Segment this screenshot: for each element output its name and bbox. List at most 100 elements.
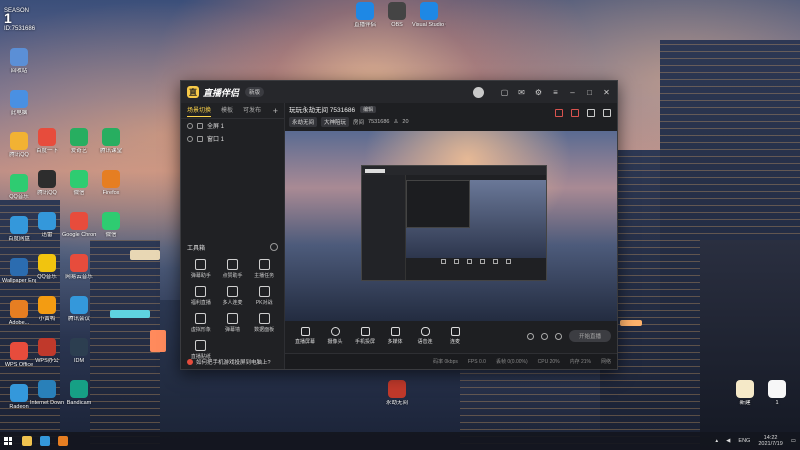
- desktop-icon[interactable]: Bandicam: [62, 380, 96, 407]
- scene-item[interactable]: 全屏 1: [181, 119, 284, 132]
- help-notice[interactable]: 如何把手机游戏投屏到电脑上?: [187, 358, 271, 366]
- app-icon: [420, 2, 438, 20]
- category-tag[interactable]: 永劫无间: [289, 116, 318, 127]
- app-icon: [102, 212, 120, 230]
- add-scene-icon[interactable]: +: [273, 106, 278, 116]
- maximize-icon[interactable]: □: [585, 88, 594, 97]
- toolbox-grid: 弹幕助手 点赞助手 主播任务福利直播 多人连麦 PK对战虚拟形象 弹幕墙 数据面板直播贴纸: [185, 259, 280, 360]
- desktop-icon[interactable]: OBS: [380, 2, 414, 29]
- screen-capture-button[interactable]: 直播屏幕: [291, 327, 319, 345]
- desktop-icon[interactable]: 迅雷: [30, 212, 64, 239]
- start-live-button[interactable]: 开始直播: [569, 330, 611, 342]
- tab-publish[interactable]: 可发布: [243, 105, 261, 116]
- desktop-icon[interactable]: 微信: [94, 212, 128, 239]
- more-icon[interactable]: [270, 243, 278, 251]
- desktop-icon[interactable]: 腾讯QQ: [30, 170, 64, 197]
- record-icon[interactable]: [555, 109, 563, 117]
- desktop-icon[interactable]: QQ音乐: [30, 254, 64, 281]
- layout-icon[interactable]: [587, 109, 595, 117]
- desktop-icon[interactable]: Internet Download: [30, 380, 64, 407]
- tool-item[interactable]: 数据面板: [248, 313, 280, 333]
- desktop-icon[interactable]: 此电脑: [2, 90, 36, 117]
- desktop-icon[interactable]: IDM: [62, 338, 96, 365]
- close-icon[interactable]: ✕: [602, 88, 611, 97]
- tool-item[interactable]: 虚拟形象: [185, 313, 217, 333]
- nested-preview-window: [361, 165, 547, 281]
- taskbar-app-live[interactable]: [58, 436, 68, 446]
- speaker-button[interactable]: 连麦: [441, 327, 469, 345]
- record-mini-icon[interactable]: [527, 332, 534, 340]
- menu-icon[interactable]: ≡: [551, 88, 560, 97]
- desktop-icon[interactable]: 直播伴侣: [348, 2, 382, 29]
- desktop-icon[interactable]: Visual Studio Code: [412, 2, 446, 29]
- tool-item[interactable]: 弹幕墙: [217, 313, 249, 333]
- edit-title-button[interactable]: 编辑: [360, 105, 377, 113]
- desktop-icon[interactable]: 小黄鸭: [30, 296, 64, 323]
- desktop-icon[interactable]: 爱奇艺: [62, 128, 96, 155]
- notification-icon[interactable]: ▭: [791, 438, 796, 444]
- desktop-icon[interactable]: 网易云音乐: [62, 254, 96, 281]
- tool-item[interactable]: PK对战: [248, 286, 280, 306]
- media-icon: [390, 327, 400, 336]
- tool-item[interactable]: 福利直播: [185, 286, 217, 306]
- minimize-icon[interactable]: –: [568, 88, 577, 97]
- desktop-icon[interactable]: 新建: [728, 380, 762, 407]
- desktop-icon[interactable]: Google Chrome: [62, 212, 96, 239]
- lock-icon[interactable]: [197, 122, 203, 129]
- desktop-icon[interactable]: 腾讯会议: [62, 296, 96, 323]
- desktop-icon-label: 直播伴侣: [353, 22, 376, 28]
- subcategory-tag[interactable]: 大神陪玩: [321, 116, 350, 127]
- media-button[interactable]: 多媒体: [381, 327, 409, 345]
- volume-icon[interactable]: ◀: [726, 438, 730, 444]
- tool-icon: [195, 259, 207, 270]
- tool-item[interactable]: 多人连麦: [217, 286, 249, 306]
- desktop-icon[interactable]: 回收站: [2, 48, 36, 75]
- tool-item[interactable]: 点赞助手: [217, 259, 249, 279]
- clock[interactable]: 14:22 2021/7/19: [758, 435, 782, 447]
- start-icon[interactable]: [4, 437, 12, 445]
- language-indicator[interactable]: ENG: [738, 438, 750, 444]
- desktop-icon[interactable]: 腾讯课堂: [94, 128, 128, 155]
- scene-item[interactable]: 窗口 1: [181, 132, 284, 145]
- phone-cast-button[interactable]: 手机投屏: [351, 327, 379, 345]
- speaker-icon: [450, 327, 460, 336]
- network-icon[interactable]: ▴: [715, 438, 718, 444]
- desktop-icon-label: 1: [775, 400, 779, 406]
- preview-mini-icon[interactable]: [541, 332, 548, 340]
- gift-icon[interactable]: ✉: [517, 88, 526, 97]
- visibility-icon[interactable]: [187, 122, 193, 129]
- tool-item[interactable]: 弹幕助手: [185, 259, 217, 279]
- tab-template[interactable]: 模板: [221, 105, 233, 116]
- stream-preview[interactable]: [285, 131, 617, 321]
- room-label: 房间: [353, 119, 365, 126]
- desktop-icon[interactable]: 1: [760, 380, 794, 407]
- settings-icon[interactable]: ⚙: [534, 88, 543, 97]
- camera-button[interactable]: 摄像头: [321, 327, 349, 345]
- desktop-icon[interactable]: WPS办公: [30, 338, 64, 365]
- desktop-icon[interactable]: 百度一下: [30, 128, 64, 155]
- desktop-icon-label: Bandicam: [66, 400, 92, 406]
- desktop-icon-game[interactable]: 永劫无间: [380, 380, 414, 407]
- taskbar-app-browser[interactable]: [40, 436, 50, 446]
- share-icon[interactable]: [571, 109, 579, 117]
- taskbar-app-file-explorer[interactable]: [22, 436, 32, 446]
- lock-icon[interactable]: [197, 135, 203, 142]
- tool-icon: [195, 286, 207, 297]
- message-icon[interactable]: ▢: [500, 88, 509, 97]
- tab-scene-switch[interactable]: 场景切换: [187, 105, 212, 117]
- monitor-icon: [300, 327, 310, 336]
- tool-icon: [258, 259, 270, 270]
- wallpaper-badge: SEASON 1 ID:7531686: [4, 8, 36, 32]
- voice-button[interactable]: 语音连: [411, 327, 439, 345]
- stream-title[interactable]: 玩玩永劫无间 7531686: [289, 104, 355, 114]
- fullscreen-icon[interactable]: [603, 109, 611, 117]
- tool-item[interactable]: 直播贴纸: [185, 340, 217, 360]
- avatar[interactable]: [473, 86, 484, 98]
- tool-item[interactable]: 主播任务: [248, 259, 280, 279]
- desktop-icon[interactable]: Firefox: [94, 170, 128, 197]
- visibility-icon[interactable]: [187, 135, 193, 142]
- version-badge[interactable]: 新版: [245, 87, 265, 97]
- app-icon: [38, 254, 56, 272]
- desktop-icon[interactable]: 微信: [62, 170, 96, 197]
- settings-mini-icon[interactable]: [555, 332, 562, 340]
